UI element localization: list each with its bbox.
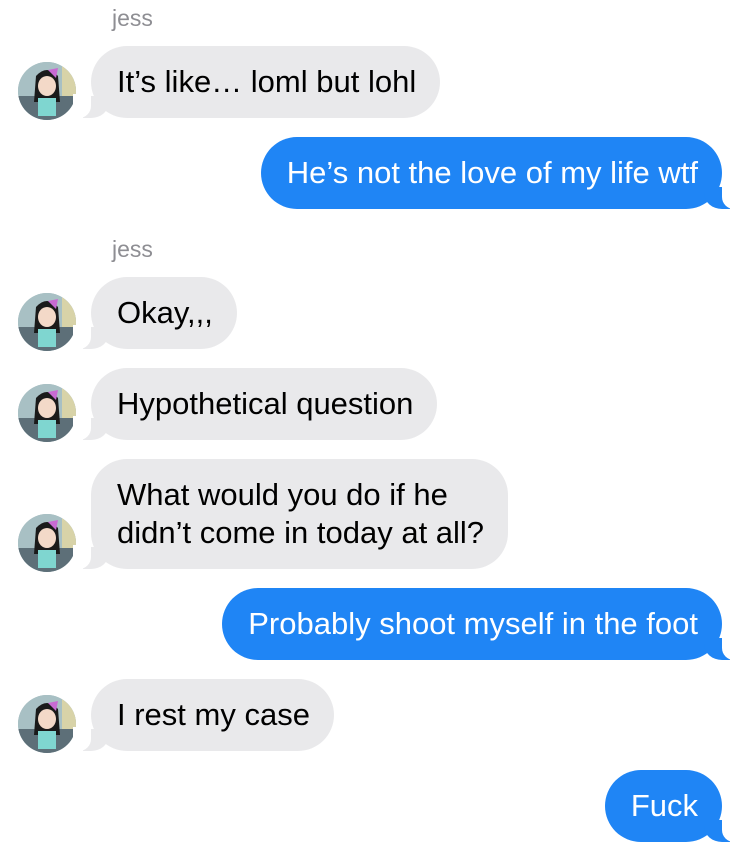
message-text: Okay,,,: [117, 295, 213, 330]
contact-avatar[interactable]: [18, 62, 76, 120]
message-bubble-incoming[interactable]: Hypothetical question: [72, 368, 438, 440]
cartoon-girl-avatar-icon: [18, 62, 76, 120]
message-bubble-incoming[interactable]: I rest my case: [73, 679, 334, 751]
contact-avatar[interactable]: [18, 695, 76, 753]
cartoon-girl-avatar-icon: [18, 293, 76, 351]
contact-avatar[interactable]: [18, 293, 76, 351]
message-bubble-outgoing[interactable]: Probably shoot myself in the foot: [222, 588, 740, 660]
message-text: It’s like… loml but lohl: [117, 64, 417, 99]
sender-name: jess: [112, 5, 153, 31]
contact-avatar[interactable]: [18, 514, 76, 572]
cartoon-girl-avatar-icon: [18, 695, 76, 753]
message-bubble-incoming[interactable]: It’s like… loml but lohl: [72, 46, 441, 118]
cartoon-girl-avatar-icon: [18, 384, 76, 442]
message-text: I rest my case: [117, 697, 310, 732]
message-text: Hypothetical question: [117, 386, 414, 421]
cartoon-girl-avatar-icon: [18, 514, 76, 572]
message-text-line: What would you do if he: [117, 477, 448, 512]
message-bubble-outgoing[interactable]: Fuck: [604, 770, 741, 842]
sender-name: jess: [112, 236, 153, 262]
message-bubble-outgoing[interactable]: He’s not the love of my life wtf: [260, 137, 741, 209]
message-text: Probably shoot myself in the foot: [248, 606, 698, 641]
message-bubble-incoming[interactable]: What would you do if he didn’t come in t…: [72, 459, 509, 569]
message-text: Fuck: [630, 788, 698, 823]
contact-avatar[interactable]: [18, 384, 76, 442]
message-text-line: didn’t come in today at all?: [117, 515, 485, 550]
message-bubble-incoming[interactable]: Okay,,,: [73, 277, 237, 349]
message-text: He’s not the love of my life wtf: [286, 155, 698, 190]
